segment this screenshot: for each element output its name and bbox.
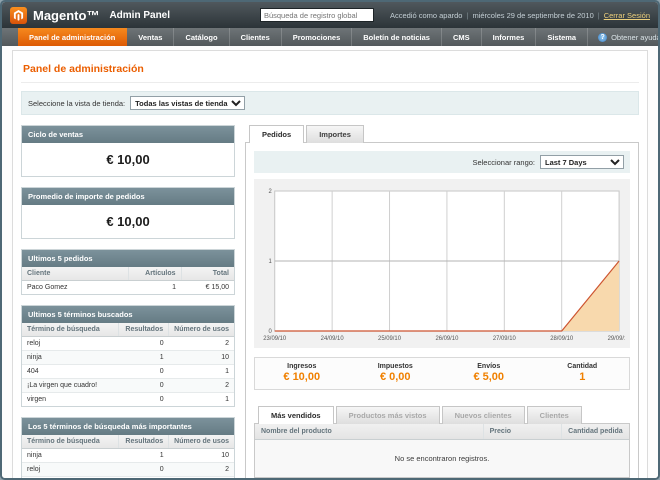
nav-item-clientes[interactable]: Clientes bbox=[230, 28, 282, 46]
tab-importes[interactable]: Importes bbox=[306, 125, 364, 143]
lifetime-sales-value: € 10,00 bbox=[22, 143, 234, 176]
content-wrapper: Panel de administración Seleccione la vi… bbox=[12, 50, 648, 480]
store-view-bar: Seleccione la vista de tienda: Todas las… bbox=[21, 91, 639, 115]
current-date: miércoles 29 de septiembre de 2010 bbox=[472, 11, 593, 20]
chart-tabs: PedidosImportes bbox=[245, 125, 639, 142]
orders-area-chart: 0 1 2 23/09/10 24/09/10 25/09/10 26/09/10 27/09… bbox=[259, 186, 625, 344]
orders-chart: 0 1 2 23/09/10 24/09/10 25/09/10 26/09/10 27/09… bbox=[254, 179, 630, 348]
range-bar: Seleccionar rango: Last 7 Days bbox=[254, 151, 630, 173]
svg-text:29/09/10: 29/09/10 bbox=[608, 336, 625, 342]
empty-row: No se encontraron registros. bbox=[255, 440, 629, 478]
column-header: Término de búsqueda bbox=[22, 435, 119, 449]
empty-message: No se encontraron registros. bbox=[255, 440, 629, 478]
total-envíos: Envíos€ 5,00 bbox=[442, 363, 536, 383]
dashboard-right-column: PedidosImportes Seleccionar rango: Last … bbox=[245, 125, 639, 480]
column-header: Número de usos bbox=[169, 435, 234, 449]
help-icon: ? bbox=[598, 33, 607, 42]
table-row[interactable]: ¡La virgen que cuadro!02 bbox=[22, 477, 234, 480]
column-header: Total bbox=[181, 267, 234, 281]
orders-tab-content: Seleccionar rango: Last 7 Days 0 1 2 23/09/… bbox=[245, 142, 639, 480]
bestsellers-grid: Nombre del productoPrecioCantidad pedida… bbox=[254, 423, 630, 478]
svg-text:26/09/10: 26/09/10 bbox=[435, 336, 459, 342]
tab-productos-m-s-vistos[interactable]: Productos más vistos bbox=[336, 406, 440, 424]
nav-item-promociones[interactable]: Promociones bbox=[282, 28, 353, 46]
table-row[interactable]: ninja110 bbox=[22, 449, 234, 463]
global-search-input[interactable] bbox=[260, 8, 374, 22]
nav-item-ventas[interactable]: Ventas bbox=[127, 28, 174, 46]
average-orders-panel: Promedio de importe de pedidos € 10,00 bbox=[21, 187, 235, 239]
panel-title: Promedio de importe de pedidos bbox=[22, 188, 234, 205]
range-select[interactable]: Last 7 Days bbox=[540, 155, 624, 169]
column-header: Nombre del producto bbox=[255, 424, 483, 440]
table-row[interactable]: Paco Gomez1€ 15,00 bbox=[22, 281, 234, 295]
tab-clientes[interactable]: Clientes bbox=[527, 406, 582, 424]
last-orders-panel: Ultimos 5 pedidos ClienteArtículosTotalP… bbox=[21, 249, 235, 295]
tab-m-s-vendidos[interactable]: Más vendidos bbox=[258, 406, 334, 424]
column-header: Resultados bbox=[119, 323, 169, 337]
table-row[interactable]: reloj02 bbox=[22, 463, 234, 477]
brand-name: Magento™ bbox=[33, 8, 99, 23]
svg-text:28/09/10: 28/09/10 bbox=[550, 336, 574, 342]
column-header: Artículos bbox=[128, 267, 181, 281]
average-orders-value: € 10,00 bbox=[22, 205, 234, 238]
column-header: Precio bbox=[483, 424, 562, 440]
nav-item-cms[interactable]: CMS bbox=[442, 28, 482, 46]
nav-item-cat-logo[interactable]: Catálogo bbox=[174, 28, 229, 46]
svg-text:23/09/10: 23/09/10 bbox=[263, 336, 287, 342]
store-view-label: Seleccione la vista de tienda: bbox=[28, 99, 125, 108]
range-label: Seleccionar rango: bbox=[472, 158, 535, 167]
column-header: Resultados bbox=[119, 435, 169, 449]
table-row[interactable]: 40401 bbox=[22, 365, 234, 379]
table-row[interactable]: ninja110 bbox=[22, 351, 234, 365]
total-cantidad: Cantidad1 bbox=[536, 363, 630, 383]
last-search-terms-panel: Ultimos 5 términos buscados Término de b… bbox=[21, 305, 235, 407]
column-header: Término de búsqueda bbox=[22, 323, 119, 337]
magento-logo-icon bbox=[10, 7, 27, 24]
header-meta: Accedió como apardo | miércoles 29 de se… bbox=[390, 11, 650, 20]
column-header: Cantidad pedida bbox=[562, 424, 629, 440]
store-view-select[interactable]: Todas las vistas de tienda bbox=[130, 96, 245, 110]
grid-tabs: Más vendidosProductos más vistosNuevos c… bbox=[254, 406, 630, 423]
page-body: Panel de administración Seleccione la vi… bbox=[2, 46, 658, 480]
dashboard-left-column: Ciclo de ventas € 10,00 Promedio de impo… bbox=[21, 125, 235, 480]
nav-item-bolet-n-de-noticias[interactable]: Boletín de noticias bbox=[352, 28, 442, 46]
logout-link[interactable]: Cerrar Sesión bbox=[604, 11, 650, 20]
top-search-terms-panel: Los 5 términos de búsqueda más important… bbox=[21, 417, 235, 480]
panel-title: Ultimos 5 términos buscados bbox=[22, 306, 234, 323]
column-header: Cliente bbox=[22, 267, 128, 281]
svg-text:0: 0 bbox=[269, 329, 273, 335]
svg-text:2: 2 bbox=[269, 189, 272, 195]
total-impuestos: Impuestos€ 0,00 bbox=[349, 363, 443, 383]
browser-window: Magento™ Admin Panel Accedió como apardo… bbox=[0, 0, 660, 480]
logged-in-as: Accedió como apardo bbox=[390, 11, 463, 20]
nav-item-panel-de-administraci-n[interactable]: Panel de administración bbox=[18, 28, 127, 46]
table-row[interactable]: ¡La virgen que cuadro!02 bbox=[22, 379, 234, 393]
tab-nuevos-clientes[interactable]: Nuevos clientes bbox=[442, 406, 525, 424]
totals-row: Ingresos€ 10,00Impuestos€ 0,00Envíos€ 5,… bbox=[254, 357, 630, 390]
nav-item-informes[interactable]: Informes bbox=[482, 28, 537, 46]
main-nav: Panel de administraciónVentasCatálogoCli… bbox=[2, 28, 658, 46]
help-link[interactable]: ? Obtener ayuda para esta página bbox=[588, 28, 660, 46]
brand-suffix: Admin Panel bbox=[109, 10, 170, 21]
svg-text:1: 1 bbox=[269, 259, 273, 265]
page-title: Panel de administración bbox=[21, 57, 639, 83]
nav-item-sistema[interactable]: Sistema bbox=[536, 28, 588, 46]
panel-title: Ultimos 5 pedidos bbox=[22, 250, 234, 267]
svg-text:24/09/10: 24/09/10 bbox=[321, 336, 345, 342]
table-row[interactable]: reloj02 bbox=[22, 337, 234, 351]
table-row[interactable]: virgen01 bbox=[22, 393, 234, 407]
panel-title: Ciclo de ventas bbox=[22, 126, 234, 143]
svg-text:27/09/10: 27/09/10 bbox=[493, 336, 517, 342]
tab-pedidos[interactable]: Pedidos bbox=[249, 125, 304, 143]
svg-text:25/09/10: 25/09/10 bbox=[378, 336, 402, 342]
column-header: Número de usos bbox=[169, 323, 234, 337]
lifetime-sales-panel: Ciclo de ventas € 10,00 bbox=[21, 125, 235, 177]
total-ingresos: Ingresos€ 10,00 bbox=[255, 363, 349, 383]
panel-title: Los 5 términos de búsqueda más important… bbox=[22, 418, 234, 435]
app-header: Magento™ Admin Panel Accedió como apardo… bbox=[2, 2, 658, 28]
